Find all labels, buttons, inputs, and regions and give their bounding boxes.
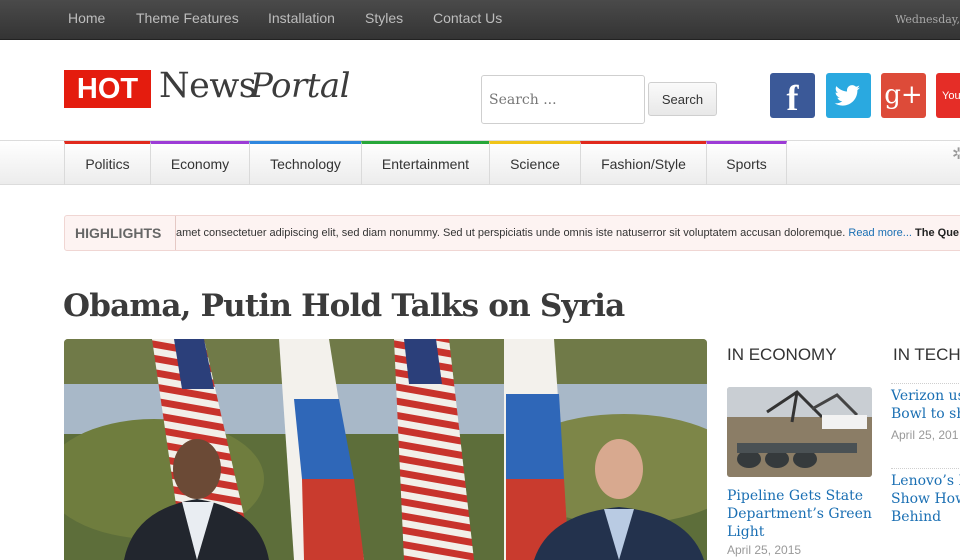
highlights-label: HIGHLIGHTS	[65, 216, 176, 250]
technology-story-link[interactable]: Show How	[891, 490, 960, 508]
twitter-icon[interactable]	[826, 73, 871, 118]
nav-tab-label: Sports	[726, 156, 767, 172]
technology-story: Lenovo’s F Show How Behind	[891, 468, 960, 526]
nav-tab-entertainment[interactable]: Entertainment	[361, 141, 489, 185]
technology-story-link[interactable]: Verizon us	[891, 387, 960, 405]
nav-tab-technology[interactable]: Technology	[249, 141, 361, 185]
technology-story-date: April 25, 201	[891, 428, 959, 442]
nav-tab-science[interactable]: Science	[489, 141, 580, 185]
economy-story-thumbnail[interactable]	[727, 387, 872, 477]
technology-story-link[interactable]: Behind	[891, 508, 960, 526]
nav-tab-economy[interactable]: Economy	[150, 141, 249, 185]
nav-tab-label: Science	[510, 156, 560, 172]
technology-story: Verizon us Bowl to sh April 25, 201	[891, 383, 960, 442]
highlights-read-more-link[interactable]: Read more...	[848, 227, 912, 239]
nav-tab-sports[interactable]: Sports	[706, 141, 787, 185]
featured-article-image[interactable]	[64, 339, 707, 560]
technology-section-title[interactable]: IN TECH	[893, 345, 960, 365]
economy-section-title[interactable]: IN ECONOMY	[727, 345, 837, 365]
current-date: Wednesday,	[895, 13, 960, 26]
logo-news-text: News	[159, 66, 257, 106]
top-menu-home[interactable]: Home	[68, 10, 105, 26]
nav-tab-label: Politics	[85, 156, 130, 172]
technology-story-link[interactable]: Bowl to sh	[891, 405, 960, 423]
economy-story-link[interactable]: Pipeline Gets State Department’s Green L…	[727, 487, 877, 541]
nav-tab-politics[interactable]: Politics	[64, 141, 150, 185]
nav-tab-label: Entertainment	[381, 156, 470, 172]
category-nav: Politics Economy Technology Entertainmen…	[0, 140, 960, 185]
highlights-next-title[interactable]: The Que	[915, 227, 959, 239]
highlights-body: amet consectetuer adipiscing elit, sed d…	[176, 227, 846, 239]
top-bar: Home Theme Features Installation Styles …	[0, 0, 960, 40]
top-menu-installation[interactable]: Installation	[268, 10, 335, 26]
nav-tab-label: Technology	[270, 156, 341, 172]
youtube-icon[interactable]: You	[936, 73, 960, 118]
top-menu-contact-us[interactable]: Contact Us	[433, 10, 502, 26]
technology-story-link[interactable]: Lenovo’s F	[891, 472, 960, 490]
facebook-icon[interactable]: f	[770, 73, 815, 118]
gear-icon[interactable]: ✲	[952, 144, 960, 164]
google-plus-icon[interactable]: g+	[881, 73, 926, 118]
highlights-text: amet consectetuer adipiscing elit, sed d…	[176, 216, 959, 250]
article-headline[interactable]: Obama, Putin Hold Talks on Syria	[63, 288, 625, 324]
top-menu-styles[interactable]: Styles	[365, 10, 403, 26]
nav-tab-label: Economy	[170, 156, 230, 172]
search-button[interactable]: Search	[648, 82, 717, 116]
highlights-ticker: HIGHLIGHTS amet consectetuer adipiscing …	[64, 215, 960, 251]
top-menu-theme-features[interactable]: Theme Features	[136, 10, 239, 26]
logo-hot-badge: HOT	[64, 70, 151, 108]
nav-tab-fashion-style[interactable]: Fashion/Style	[580, 141, 706, 185]
economy-story-date: April 25, 2015	[727, 543, 802, 557]
search-input[interactable]	[481, 75, 645, 124]
logo-portal-text: Portal	[250, 66, 351, 106]
nav-tab-label: Fashion/Style	[601, 156, 686, 172]
